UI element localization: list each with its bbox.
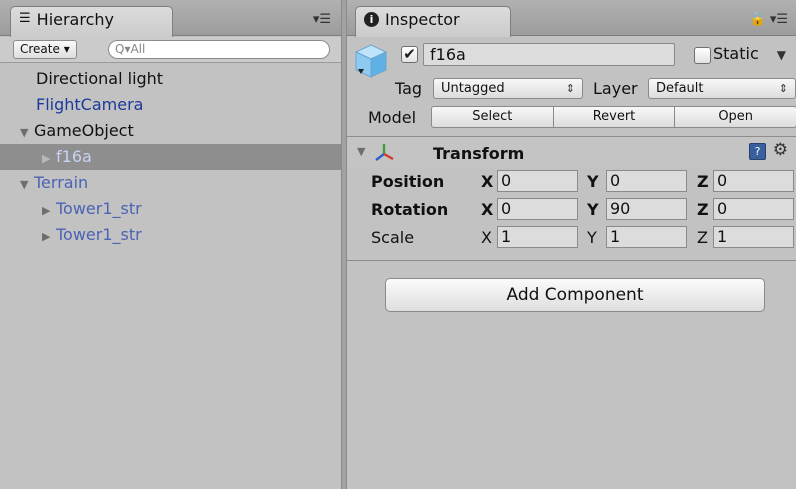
axis-x-label[interactable]: X — [481, 228, 492, 247]
model-revert-button[interactable]: Revert — [553, 106, 676, 128]
tree-item-label: FlightCamera — [36, 95, 144, 114]
layer-value: Default — [656, 81, 704, 96]
component-separator — [347, 260, 796, 261]
position-row: Position X 0 Y 0 Z 0 — [347, 168, 796, 196]
axis-z-label[interactable]: Z — [697, 172, 709, 191]
hierarchy-tab[interactable]: ☰ Hierarchy — [10, 6, 173, 37]
model-button-group: Select Revert Open — [431, 106, 796, 128]
tree-item-tower1-str[interactable]: ▶ Tower1_str — [0, 196, 341, 222]
scale-x-field[interactable]: 1 — [497, 226, 578, 248]
collapsed-arrow-icon[interactable]: ▶ — [42, 146, 56, 172]
hierarchy-tree: Directional light FlightCamera ▼ GameObje… — [0, 66, 341, 248]
hierarchy-tabstrip: ☰ Hierarchy ▾☰ — [0, 0, 341, 37]
axis-y-label[interactable]: Y — [587, 172, 599, 191]
scale-label: Scale — [371, 228, 415, 247]
tree-item-terrain[interactable]: ▼ Terrain — [0, 170, 341, 196]
axis-x-label[interactable]: X — [481, 200, 493, 219]
static-label: Static — [713, 44, 759, 63]
hierarchy-tab-label: Hierarchy — [36, 10, 114, 29]
tag-label: Tag — [395, 79, 423, 98]
object-name-field[interactable]: f16a — [423, 43, 675, 66]
hierarchy-list-icon: ☰ — [19, 11, 31, 26]
tree-item-label: Tower1_str — [56, 199, 142, 218]
position-y-field[interactable]: 0 — [606, 170, 687, 192]
tree-item-label: GameObject — [34, 121, 134, 140]
panel-menu-icon[interactable]: 🔒 ▾☰ — [750, 12, 789, 27]
info-icon: i — [364, 12, 379, 27]
active-checkbox[interactable]: ✔ — [401, 46, 418, 63]
rotation-x-field[interactable]: 0 — [497, 198, 578, 220]
collapsed-arrow-icon[interactable]: ▶ — [42, 198, 56, 224]
static-checkbox[interactable] — [694, 47, 711, 64]
tree-item-tower1-str[interactable]: ▶ Tower1_str — [0, 222, 341, 248]
add-component-button[interactable]: Add Component — [385, 278, 765, 312]
hierarchy-toolbar: Create ▾ Q▾All — [0, 37, 341, 63]
position-label: Position — [371, 172, 445, 191]
scale-row: Scale X 1 Y 1 Z 1 — [347, 224, 796, 252]
tree-item-gameobject[interactable]: ▼ GameObject — [0, 118, 341, 144]
gear-icon[interactable]: ⚙ — [773, 140, 788, 160]
model-open-button[interactable]: Open — [675, 106, 796, 128]
tree-item-label: Terrain — [34, 173, 89, 192]
expanded-arrow-icon[interactable]: ▼ — [20, 172, 34, 198]
hierarchy-search-input[interactable]: Q▾All — [108, 40, 330, 59]
inspector-tabstrip: i Inspector 🔒 ▾☰ — [347, 0, 796, 37]
tree-item-label: Directional light — [36, 69, 164, 88]
tree-item-directional-light[interactable]: Directional light — [0, 66, 341, 92]
scale-y-field[interactable]: 1 — [606, 226, 687, 248]
tree-item-label: Tower1_str — [56, 225, 142, 244]
inspector-panel: i Inspector 🔒 ▾☰ ✔ f16a Static ▼ Tag Unt… — [347, 0, 796, 489]
position-x-field[interactable]: 0 — [497, 170, 578, 192]
layer-dropdown[interactable]: Default ⇕ — [648, 78, 796, 99]
rotation-z-field[interactable]: 0 — [713, 198, 794, 220]
panel-menu-icon[interactable]: ▾☰ — [313, 12, 331, 27]
rotation-label: Rotation — [371, 200, 449, 219]
help-book-icon[interactable]: ? — [749, 143, 766, 160]
inspector-tab-label: Inspector — [385, 10, 460, 29]
static-dropdown-icon[interactable]: ▼ — [777, 48, 786, 62]
axis-x-label[interactable]: X — [481, 172, 493, 191]
model-select-button[interactable]: Select — [431, 106, 554, 128]
updown-arrows-icon: ⇕ — [565, 82, 575, 95]
layer-label: Layer — [593, 79, 638, 98]
axis-y-label[interactable]: Y — [587, 200, 599, 219]
rotation-row: Rotation X 0 Y 90 Z 0 — [347, 196, 796, 224]
expanded-arrow-icon[interactable]: ▼ — [20, 120, 34, 146]
inspector-tab[interactable]: i Inspector — [355, 6, 511, 37]
collapsed-arrow-icon[interactable]: ▶ — [42, 224, 56, 250]
axis-z-label[interactable]: Z — [697, 228, 708, 247]
tree-item-f16a[interactable]: ▶ f16a — [0, 144, 341, 170]
tree-item-flightcamera[interactable]: FlightCamera — [0, 92, 341, 118]
tree-item-label: f16a — [56, 147, 92, 166]
position-z-field[interactable]: 0 — [713, 170, 794, 192]
create-button[interactable]: Create ▾ — [13, 40, 77, 59]
tag-value: Untagged — [441, 81, 505, 96]
updown-arrows-icon: ⇕ — [778, 82, 788, 95]
component-title: Transform — [433, 144, 525, 163]
scale-z-field[interactable]: 1 — [713, 226, 794, 248]
axis-y-label[interactable]: Y — [587, 228, 597, 247]
transform-component-header[interactable]: ▼ Transform ? ⚙ — [347, 136, 796, 168]
foldout-arrow-icon[interactable]: ▼ — [357, 145, 365, 158]
gameobject-cube-icon — [354, 44, 388, 78]
inspector-object-header: ✔ f16a Static ▼ Tag Untagged ⇕ Layer Def… — [347, 37, 796, 135]
rotation-y-field[interactable]: 90 — [606, 198, 687, 220]
tag-dropdown[interactable]: Untagged ⇕ — [433, 78, 583, 99]
hierarchy-panel: ☰ Hierarchy ▾☰ Create ▾ Q▾All Directiona… — [0, 0, 341, 489]
transform-axes-icon — [375, 144, 394, 161]
model-label: Model — [368, 108, 417, 127]
axis-z-label[interactable]: Z — [697, 200, 709, 219]
